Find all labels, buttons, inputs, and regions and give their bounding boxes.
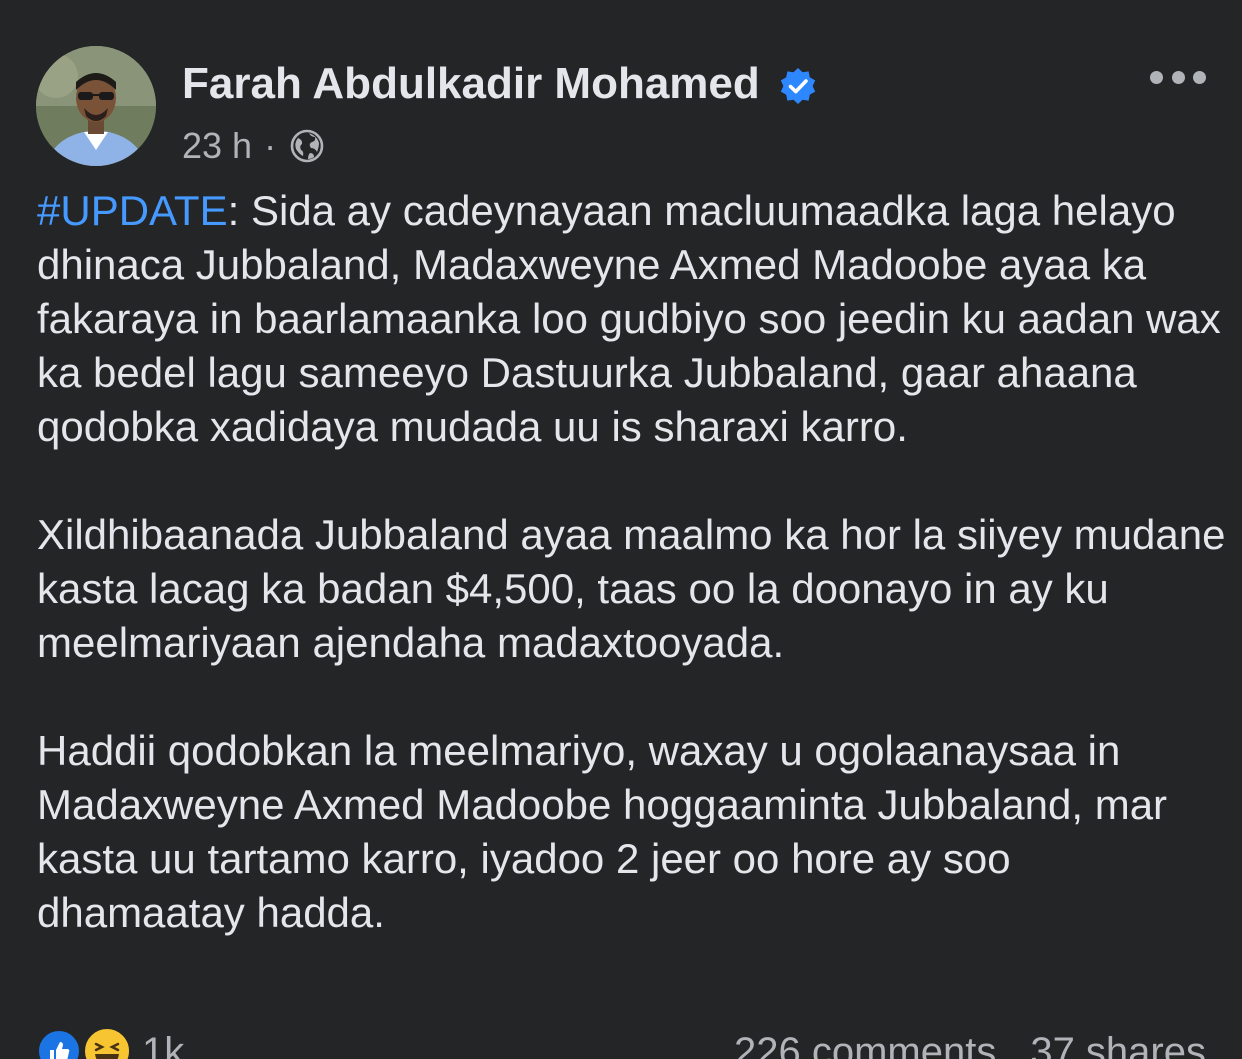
reaction-count[interactable]: 1k: [142, 1028, 184, 1059]
post-footer: 1k 226 comments 37 shares: [0, 1024, 1242, 1059]
post-meta: 23 h ·: [182, 124, 324, 168]
like-reaction-icon[interactable]: [36, 1028, 82, 1059]
post-body: #UPDATE: Sida ay cadeynayaan macluumaadk…: [37, 184, 1227, 994]
more-dot-icon: [1150, 70, 1163, 84]
author-name[interactable]: Farah Abdulkadir Mohamed: [182, 58, 760, 110]
globe-icon: [290, 129, 324, 163]
post-timestamp[interactable]: 23 h: [182, 125, 252, 167]
comments-count-link[interactable]: 226 comments: [734, 1030, 996, 1059]
more-dot-icon: [1171, 70, 1185, 84]
post-stats: 226 comments 37 shares: [734, 1028, 1206, 1059]
shares-count-link[interactable]: 37 shares: [1030, 1030, 1206, 1059]
meta-separator: ·: [264, 125, 277, 166]
post-paragraph-2: Xildhibaanada Jubbaland ayaa maalmo ka h…: [37, 511, 1226, 666]
more-dot-icon: [1193, 70, 1206, 84]
post-paragraph-3: Haddii qodobkan la meelmariyo, waxay u o…: [37, 727, 1168, 936]
hashtag-link[interactable]: #UPDATE: [37, 187, 228, 234]
more-options-button[interactable]: [1150, 62, 1206, 92]
verified-badge-icon: [780, 68, 816, 104]
avatar-photo: [36, 46, 156, 166]
author-avatar[interactable]: [36, 46, 156, 166]
facebook-post: Farah Abdulkadir Mohamed 23 h · #UPDATE:…: [0, 0, 1242, 1059]
haha-reaction-icon[interactable]: [82, 1026, 132, 1059]
post-paragraph-1: #UPDATE: Sida ay cadeynayaan macluumaadk…: [37, 184, 1227, 454]
